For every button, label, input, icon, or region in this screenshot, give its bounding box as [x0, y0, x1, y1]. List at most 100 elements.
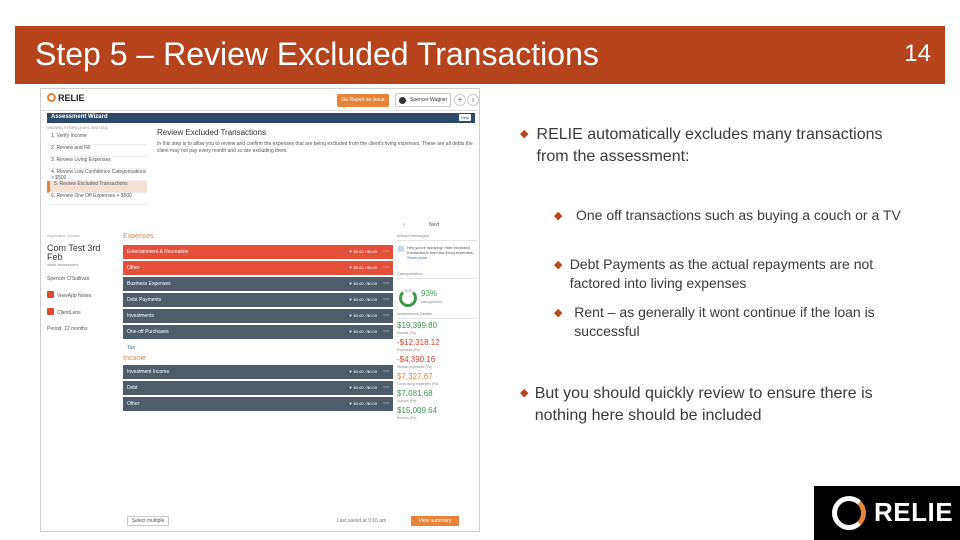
expense-row[interactable]: Tax [123, 341, 393, 355]
expense-row[interactable]: Investments ▼ $0.00 / $0.00 ⋯ [123, 309, 393, 323]
more-icon[interactable]: ⋯ [383, 293, 389, 307]
categorisation-label: categorised [421, 299, 442, 304]
help-button[interactable]: Help [459, 114, 471, 121]
client-living-value-label: Client living expenses (Pa) [397, 382, 439, 386]
expense-row[interactable]: Debt Payments ▼ $0.00 / $0.00 ⋯ [123, 293, 393, 307]
row-amount: ▼ $0.00 / $0.00 [348, 281, 377, 286]
diamond-bullet-icon: ◆ [520, 387, 529, 399]
median-value: -$4,390.16 [397, 355, 436, 364]
sub-bullet-item: ◆ Debt Payments as the actual repayments… [554, 255, 915, 293]
assessment-header: Assessment Details [397, 311, 477, 319]
wizard-title: Assessment Wizard [51, 114, 108, 120]
view-summary-button[interactable]: View summary [411, 516, 459, 526]
categorisation-percent: 93% [421, 289, 438, 298]
row-amount: ▼ $0.00 / $0.00 [348, 265, 377, 270]
expense-row[interactable]: One-off Purchases ▼ $0.00 / $0.00 ⋯ [123, 325, 393, 339]
income-row[interactable]: Investment Income ▼ $0.00 / $0.00 ⋯ [123, 365, 393, 379]
bullet-item: ◆ RELIE automatically excludes many tran… [520, 124, 915, 168]
app-footer: Select multiple Last saved at 9:16 am Vi… [123, 515, 477, 529]
review-title: Review Excluded Transactions [157, 128, 266, 137]
more-icon[interactable]: ⋯ [383, 381, 389, 395]
report-issue-button[interactable]: Go Report an issue [337, 94, 389, 107]
show-more-link[interactable]: Show more [407, 255, 427, 260]
wizard-step[interactable]: 3. Review Living Expenses [47, 157, 147, 169]
side-header: Application Details [47, 233, 80, 238]
expense-row[interactable]: Business Expenses ▼ $0.00 / $0.00 ⋯ [123, 277, 393, 291]
prev-button[interactable]: ‹ [403, 222, 405, 228]
steps-header: WIZARD STEPS (4 of 6 VISITED) [47, 125, 108, 130]
notes-icon [47, 291, 54, 298]
income-row[interactable]: Other ▼ $0.00 / $0.00 ⋯ [123, 397, 393, 411]
income-row[interactable]: Debt ▼ $0.00 / $0.00 ⋯ [123, 381, 393, 395]
more-icon[interactable]: ⋯ [383, 309, 389, 323]
review-section: Review Excluded Transactions In this ste… [157, 129, 473, 155]
plus-icon[interactable]: + [454, 94, 466, 106]
sub-bullet-text: One off transactions such as buying a co… [576, 207, 901, 223]
row-label: Tax [127, 345, 135, 351]
categorisation-header: Categorisation [397, 271, 477, 279]
more-icon[interactable]: ⋯ [383, 397, 389, 411]
more-icon[interactable]: ⋯ [383, 261, 389, 275]
diamond-bullet-icon: ◆ [554, 307, 563, 319]
wizard-step[interactable]: 6. Review One Off Expenses > $500 [47, 193, 147, 205]
next-button[interactable]: Next [429, 222, 439, 228]
row-amount: ▼ $0.00 / $0.00 [348, 297, 377, 302]
row-label: Other [127, 401, 140, 407]
application-sidebar: Application Details Com Test 3rd Feb ini… [47, 233, 117, 523]
wizard-step[interactable]: 2. Review and Fill [47, 145, 147, 157]
row-label: Debt [127, 385, 138, 391]
surplus-value-2: $15,009.64 [397, 406, 438, 415]
row-amount: ▼ $0.00 / $0.00 [348, 385, 377, 390]
surplus-value-2-label: Surplus (Pa) [397, 416, 417, 420]
bullet-text: RELIE automatically excludes many transa… [536, 126, 883, 165]
app-topbar: RELIE Go Report an issue Spencer Wagner … [41, 89, 479, 111]
row-amount: ▼ $0.00 / $0.00 [348, 401, 377, 406]
diamond-bullet-icon: ◆ [554, 259, 563, 271]
sub-bullet-text: Debt Payments as the actual repayments a… [569, 256, 874, 291]
income-header: Income [123, 355, 146, 362]
wizard-step[interactable]: 4. Review Low Confidence Categorisations… [47, 169, 147, 181]
more-icon[interactable]: ⋯ [383, 365, 389, 379]
logo-ring-icon [47, 93, 56, 102]
client-living-value: $7,327.67 [397, 372, 433, 381]
row-label: Entertainment & Recreation [127, 249, 189, 255]
more-icon[interactable]: ⋯ [383, 277, 389, 291]
owner: Spencer O'Sullivan [47, 276, 90, 282]
app-logo: RELIE [47, 93, 85, 103]
progress-ring-icon [399, 289, 417, 307]
wizard-step-active[interactable]: 5. Review Excluded Transactions [47, 181, 147, 193]
slide-number: 14 [904, 40, 931, 67]
sub-bullet-text: Rent – as generally it wont continue if … [574, 304, 875, 339]
expenses-value: -$12,318.12 [397, 338, 440, 347]
row-label: One-off Purchases [127, 329, 169, 335]
expense-row[interactable]: Entertainment & Recreation ▼ $0.00 / $0.0… [123, 245, 393, 259]
row-amount: ▼ $0.00 / $0.00 [348, 249, 377, 254]
relie-logo: RELIE [814, 486, 960, 540]
more-icon[interactable]: ⋯ [383, 325, 389, 339]
select-multiple-button[interactable]: Select multiple [127, 516, 169, 526]
row-amount: ▼ $0.00 / $0.00 [348, 369, 377, 374]
expense-row[interactable]: Other ▼ $0.00 / $0.00 ⋯ [123, 261, 393, 275]
logo-ring-icon [832, 496, 866, 530]
sub-bullet-item: ◆ One off transactions such as buying a … [554, 206, 915, 225]
row-label: Investments [127, 313, 154, 319]
side-link-notes[interactable]: ViewApp Notes [47, 291, 117, 300]
panel-message-text: Hey you're applying! Hide excluded trans… [407, 245, 474, 255]
wizard-nav: ‹ Next [399, 221, 475, 231]
title-bar: Step 5 – Review Excluded Transactions 14 [15, 26, 945, 84]
user-menu[interactable]: Spencer Wagner [395, 93, 451, 107]
surplus-value-1: $7,081.68 [397, 389, 433, 398]
median-value-label: Median expenses (Pa) [397, 365, 433, 369]
slide-title: Step 5 – Review Excluded Transactions [35, 36, 599, 72]
more-icon[interactable]: ⋯ [383, 245, 389, 259]
row-amount: ▼ $0.00 / $0.00 [348, 329, 377, 334]
wizard-step[interactable]: 1. Verify Income [47, 133, 147, 145]
arrow-right-icon[interactable]: › [467, 94, 479, 106]
logo-text: RELIE [874, 497, 954, 527]
expenses-header: Expenses [123, 233, 154, 240]
lens-icon [47, 308, 54, 315]
wizard-steps: WIZARD STEPS (4 of 6 VISITED) 1. Verify … [47, 125, 147, 215]
income-value-label: Income (Pa) [397, 331, 417, 335]
side-link-clientlens[interactable]: ClientLens [47, 308, 117, 317]
panel-header: Wizard Messages [397, 233, 477, 241]
